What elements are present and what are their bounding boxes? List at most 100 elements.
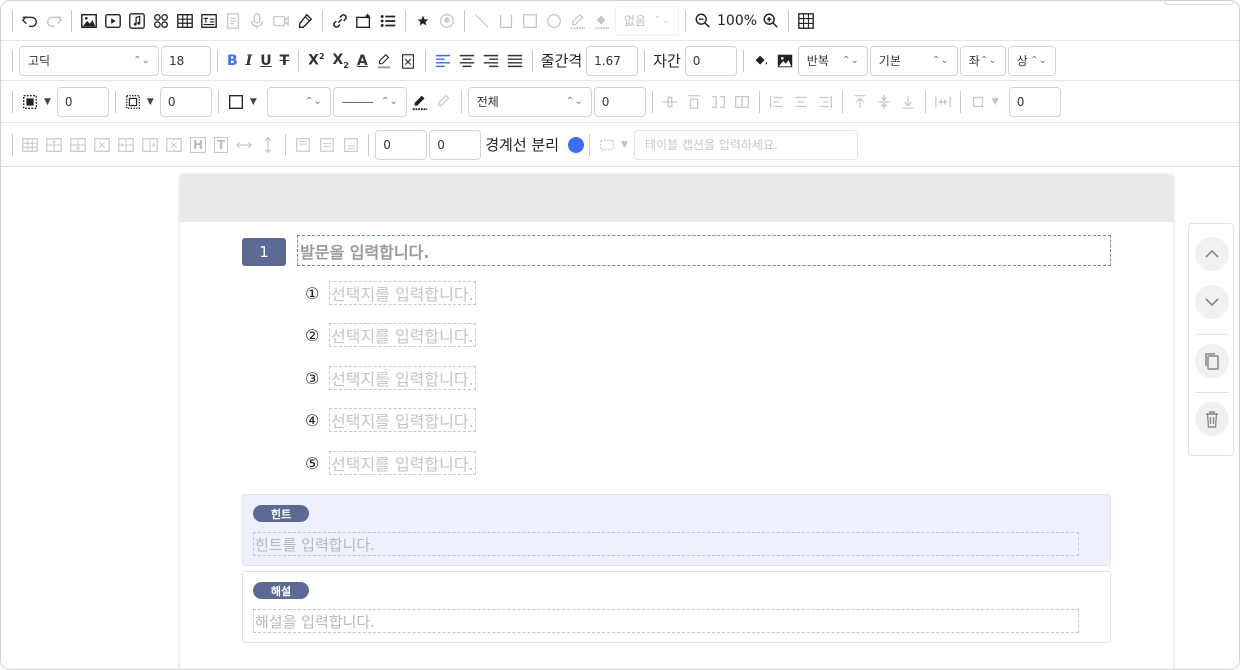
- font-color-button[interactable]: A: [357, 53, 368, 69]
- clear-format-icon[interactable]: [397, 49, 419, 73]
- choice-input[interactable]: 선택지를 입력합니다.: [329, 408, 476, 432]
- eraser-icon[interactable]: [294, 9, 316, 33]
- subscript-button[interactable]: X2: [333, 52, 349, 70]
- underline-button[interactable]: U: [260, 53, 271, 69]
- audio-icon[interactable]: [126, 9, 148, 33]
- table-icon[interactable]: [174, 9, 196, 33]
- camera-icon[interactable]: [270, 9, 292, 33]
- pen-color-icon[interactable]: [567, 9, 589, 33]
- cell-align-right-icon[interactable]: [731, 90, 753, 114]
- highlight-icon[interactable]: [373, 49, 395, 73]
- arrow-up-icon[interactable]: [849, 90, 871, 114]
- list-icon[interactable]: [377, 9, 399, 33]
- cell-align-middle-icon[interactable]: [707, 90, 729, 114]
- padding-input[interactable]: 0: [159, 86, 212, 117]
- choice-input[interactable]: 선택지를 입력합니다.: [329, 323, 476, 347]
- bg-position-x-select[interactable]: 좌 ⌃⌄: [959, 45, 1006, 76]
- resize-horizontal-icon[interactable]: [233, 133, 255, 157]
- align-center-icon[interactable]: [456, 49, 478, 73]
- distribute-icon[interactable]: [932, 90, 954, 114]
- font-size-input[interactable]: 18: [161, 45, 211, 76]
- heading-cell-button[interactable]: H: [190, 136, 207, 153]
- align-left-icon[interactable]: [432, 49, 454, 73]
- border-color-alt-icon[interactable]: [433, 90, 455, 114]
- border-width-input[interactable]: 0: [56, 86, 109, 117]
- italic-button[interactable]: I: [246, 53, 253, 69]
- valign-middle-icon[interactable]: [790, 90, 812, 114]
- redo-icon[interactable]: [43, 9, 65, 33]
- text-cell-button[interactable]: T: [214, 136, 229, 153]
- dropdown-arrow-icon[interactable]: ▼: [44, 97, 51, 107]
- valign-top-icon[interactable]: [766, 90, 788, 114]
- move-down-button[interactable]: [1195, 285, 1229, 319]
- strikethrough-button[interactable]: T: [280, 53, 290, 69]
- zoom-in-icon[interactable]: [760, 9, 782, 33]
- add-frame-icon[interactable]: [353, 9, 375, 33]
- line-spacing-input[interactable]: 1.67: [586, 45, 639, 76]
- apply-target-select[interactable]: 전체 ⌃⌄: [467, 86, 592, 117]
- rectangle-icon[interactable]: [519, 9, 541, 33]
- question-prompt-input[interactable]: 발문을 입력합니다.: [297, 235, 1111, 266]
- insert-col-left-icon[interactable]: [115, 133, 137, 157]
- text-align-center-icon[interactable]: [316, 133, 338, 157]
- insert-col-right-icon[interactable]: [139, 133, 161, 157]
- arrow-down-icon[interactable]: [897, 90, 919, 114]
- letter-spacing-input[interactable]: 0: [684, 45, 737, 76]
- table-caption-input[interactable]: 테이블 캡션을 입력하세요.: [633, 129, 858, 160]
- padding-icon[interactable]: [122, 90, 144, 114]
- text-align-bottom-icon[interactable]: [340, 133, 362, 157]
- font-family-select[interactable]: 고딕 ⌃⌄: [19, 45, 159, 76]
- resize-vertical-icon[interactable]: [257, 133, 279, 157]
- fill-color-icon[interactable]: [591, 9, 613, 33]
- textbox-icon[interactable]: [198, 9, 220, 33]
- bg-position-y-select[interactable]: 상 ⌃⌄: [1007, 45, 1056, 76]
- border-type-select[interactable]: ⌃⌄: [266, 86, 331, 117]
- choice-input[interactable]: 선택지를 입력합니다.: [329, 366, 476, 390]
- dropdown-arrow-icon[interactable]: ▼: [147, 97, 154, 107]
- delete-button[interactable]: [1195, 402, 1229, 436]
- shape-style-select[interactable]: 없음 ⌃⌄: [615, 5, 679, 36]
- border-color-icon[interactable]: [409, 90, 431, 114]
- table-grid-icon[interactable]: [19, 133, 41, 157]
- border-box-icon[interactable]: [225, 90, 247, 114]
- background-image-icon[interactable]: [774, 49, 796, 73]
- table-height-input[interactable]: 0: [429, 129, 482, 160]
- choice-input[interactable]: 선택지를 입력합니다.: [329, 451, 476, 475]
- line-icon[interactable]: [471, 9, 493, 33]
- image-icon[interactable]: [78, 9, 100, 33]
- dropdown-arrow-icon[interactable]: ▼: [250, 97, 257, 107]
- dropdown-arrow-icon[interactable]: ▼: [621, 140, 628, 150]
- insert-row-above-icon[interactable]: [43, 133, 65, 157]
- zoom-out-icon[interactable]: [692, 9, 714, 33]
- caption-style-icon[interactable]: [596, 133, 618, 157]
- cell-value-input[interactable]: 0: [1008, 86, 1061, 117]
- align-right-icon[interactable]: [480, 49, 502, 73]
- hint-input[interactable]: 힌트를 입력합니다.: [253, 532, 1079, 556]
- cell-box-icon[interactable]: [967, 90, 989, 114]
- cell-align-left-icon[interactable]: [659, 90, 681, 114]
- border-separate-toggle[interactable]: [568, 136, 585, 153]
- stamp-icon[interactable]: [436, 9, 458, 33]
- border-line-style-select[interactable]: ——— ⌃⌄: [332, 86, 407, 117]
- bold-button[interactable]: B: [227, 53, 238, 69]
- choice-input[interactable]: 선택지를 입력합니다.: [329, 281, 476, 305]
- paint-bucket-icon[interactable]: [750, 49, 772, 73]
- bracket-icon[interactable]: [495, 9, 517, 33]
- apply-value-input[interactable]: 0: [593, 86, 646, 117]
- circle-icon[interactable]: [543, 9, 565, 33]
- border-style-icon[interactable]: [19, 90, 41, 114]
- video-icon[interactable]: [102, 9, 124, 33]
- delete-row-icon[interactable]: [91, 133, 113, 157]
- valign-bottom-icon[interactable]: [814, 90, 836, 114]
- superscript-button[interactable]: X2: [308, 52, 324, 69]
- bg-size-select[interactable]: 기본 ⌃⌄: [869, 45, 958, 76]
- arrow-middle-icon[interactable]: [873, 90, 895, 114]
- insert-row-below-icon[interactable]: [67, 133, 89, 157]
- move-up-button[interactable]: [1195, 237, 1229, 271]
- microphone-icon[interactable]: [246, 9, 268, 33]
- link-icon[interactable]: [329, 9, 351, 33]
- align-justify-icon[interactable]: [504, 49, 526, 73]
- table-width-input[interactable]: 0: [375, 129, 428, 160]
- dropdown-arrow-icon[interactable]: ▼: [992, 97, 999, 107]
- undo-icon[interactable]: [19, 9, 41, 33]
